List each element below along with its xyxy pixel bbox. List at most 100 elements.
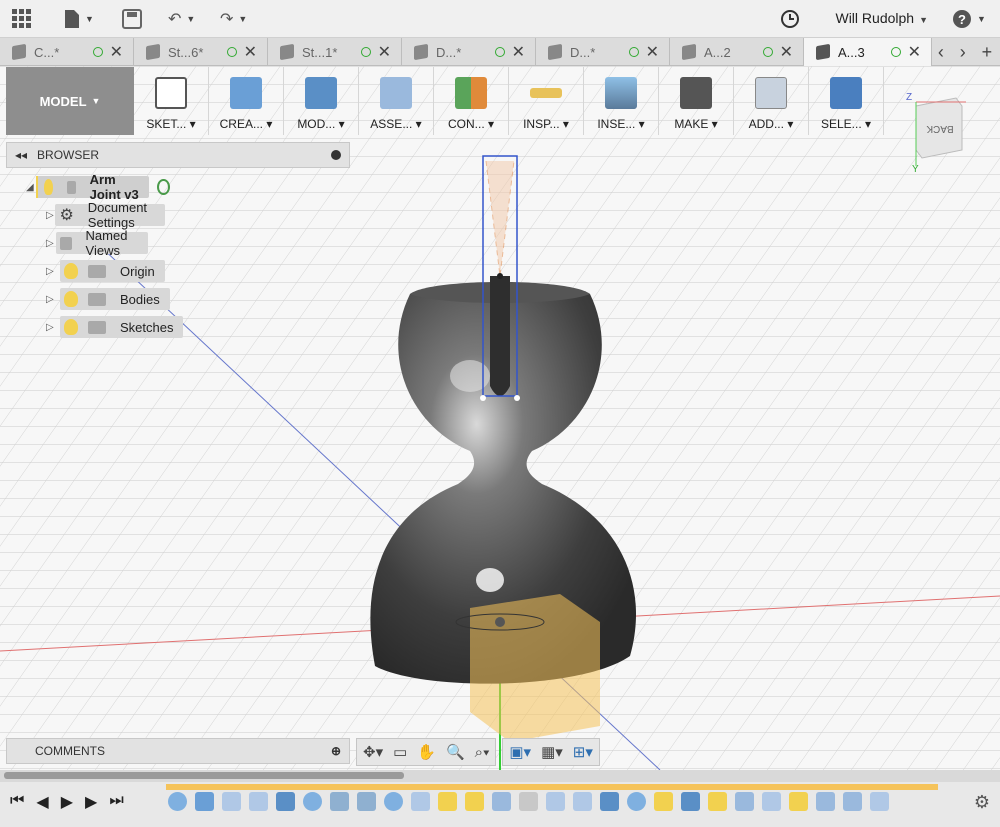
timeline-feature-sphere-icon[interactable] [168,792,187,811]
document-tab[interactable]: D...* ✕ [536,38,670,66]
tab-scroll-right-icon[interactable]: › [960,42,966,63]
close-tab-icon[interactable]: ✕ [908,42,921,62]
add-comment-icon[interactable]: ⊕ [331,744,341,758]
timeline-feature-move-icon[interactable] [411,792,430,811]
timeline-feature-box-icon[interactable] [195,792,214,811]
timeline-feature-move-icon[interactable] [762,792,781,811]
expand-triangle-icon[interactable]: ▷ [46,266,60,277]
activate-check-icon[interactable] [157,179,171,195]
fit-zoom-icon[interactable]: ⌕▾ [475,744,490,761]
timeline-feature-sketch-icon[interactable] [438,792,457,811]
close-tab-icon[interactable]: ✕ [110,42,123,62]
step-forward-icon[interactable]: ▶ [85,792,97,812]
pan-hand-icon[interactable]: ✋ [417,743,436,761]
look-at-icon[interactable]: ▭ [393,743,407,761]
timeline-feature-move-icon[interactable] [573,792,592,811]
tree-item-named-views[interactable]: ▷ Named Views [46,228,148,258]
play-icon[interactable]: ▶ [61,792,73,812]
tree-root[interactable]: ◢ Arm Joint v3 [26,172,171,202]
display-settings-icon[interactable]: ▣▾ [509,743,531,761]
app-grid-icon[interactable] [12,8,32,30]
new-tab-icon[interactable]: + [982,42,993,63]
tool-addins[interactable]: ADD... ▾ [734,67,809,135]
expand-triangle-icon[interactable]: ▷ [46,210,55,221]
timeline-feature-combine-icon[interactable] [276,792,295,811]
timeline-feature-sphere-icon[interactable] [384,792,403,811]
timeline-feature-fillet-icon[interactable] [330,792,349,811]
close-tab-icon[interactable]: ✕ [780,42,793,62]
redo-icon[interactable]: ↷ ▼ [220,8,247,30]
job-status-clock-icon[interactable] [780,8,800,30]
go-to-start-icon[interactable]: ⏮ [10,792,24,812]
tree-item-bodies[interactable]: ▷ Bodies [46,288,170,310]
document-tab[interactable]: D...* ✕ [402,38,536,66]
tool-insert[interactable]: INSE... ▾ [584,67,659,135]
timeline-feature-joint-icon[interactable] [519,792,538,811]
visibility-bulb-icon[interactable] [64,319,78,335]
browser-panel-header[interactable]: ◂◂ BROWSER [6,142,350,168]
timeline-feature-sphere-icon[interactable] [303,792,322,811]
timeline-feature-sphere-icon[interactable] [627,792,646,811]
orbit-icon[interactable]: ✥▾ [363,743,383,761]
timeline-feature-combine-icon[interactable] [600,792,619,811]
3d-viewport[interactable] [0,66,1000,770]
visibility-bulb-icon[interactable] [64,291,78,307]
expand-triangle-icon[interactable]: ▷ [46,238,56,249]
tool-construct[interactable]: CON... ▾ [434,67,509,135]
viewcube[interactable]: BACK X Y Z [906,92,985,175]
expand-triangle-icon[interactable]: ◢ [26,182,36,193]
timeline-feature-extrude-icon[interactable] [816,792,835,811]
horizontal-scrollbar[interactable] [0,770,1000,782]
step-back-icon[interactable]: ◀ [36,792,48,812]
undo-icon[interactable]: ↶ ▼ [168,8,195,30]
timeline-feature-sketch-icon[interactable] [708,792,727,811]
save-icon[interactable] [122,8,142,30]
timeline-feature-combine-icon[interactable] [681,792,700,811]
timeline-feature-extrude-icon[interactable] [492,792,511,811]
help-icon[interactable]: ? ▼ [952,8,986,30]
close-tab-icon[interactable]: ✕ [244,42,257,62]
zoom-icon[interactable]: 🔍 [446,743,465,761]
document-tab-active[interactable]: A...3 ✕ [804,38,932,66]
tool-inspect[interactable]: INSP... ▾ [509,67,584,135]
tool-sketch[interactable]: SKET... ▾ [134,67,209,135]
timeline-feature-move-icon[interactable] [870,792,889,811]
timeline-feature-move-icon[interactable] [249,792,268,811]
visibility-bulb-icon[interactable] [64,263,78,279]
scrollbar-thumb[interactable] [4,772,404,779]
document-tab[interactable]: St...6* ✕ [134,38,268,66]
timeline-feature-extrude-icon[interactable] [843,792,862,811]
timeline-settings-gear-icon[interactable]: ⚙ [974,792,990,813]
tool-assemble[interactable]: ASSE... ▾ [359,67,434,135]
tool-make[interactable]: MAKE ▾ [659,67,734,135]
tree-item-sketches[interactable]: ▷ Sketches [46,316,184,338]
expand-triangle-icon[interactable]: ▷ [46,322,60,333]
close-tab-icon[interactable]: ✕ [646,42,659,62]
expand-triangle-icon[interactable]: ▷ [46,294,60,305]
document-tab[interactable]: A...2 ✕ [670,38,804,66]
document-tab[interactable]: St...1* ✕ [268,38,402,66]
timeline-feature-sketch-icon[interactable] [465,792,484,811]
close-tab-icon[interactable]: ✕ [512,42,525,62]
timeline-feature-sketch-icon[interactable] [654,792,673,811]
close-tab-icon[interactable]: ✕ [378,42,391,62]
tool-modify[interactable]: MOD... ▾ [284,67,359,135]
viewports-icon[interactable]: ⊞▾ [573,743,593,761]
comments-panel-header[interactable]: COMMENTS ⊕ [6,738,350,764]
timeline-feature-sketch-icon[interactable] [789,792,808,811]
tool-create[interactable]: CREA... ▾ [209,67,284,135]
workspace-switcher[interactable]: MODEL ▼ [6,67,134,135]
go-to-end-icon[interactable]: ⏭ [109,792,123,812]
collapse-panel-icon[interactable]: ◂◂ [15,148,27,162]
tab-scroll-left-icon[interactable]: ‹ [938,42,944,63]
user-menu[interactable]: Will Rudolph ▼ [835,10,928,26]
tree-item-document-settings[interactable]: ▷ ⚙ Document Settings [46,200,166,230]
visibility-bulb-icon[interactable] [43,179,53,195]
timeline-feature-fillet-icon[interactable] [357,792,376,811]
file-menu-icon[interactable]: ▼ [64,8,94,30]
grid-settings-icon[interactable]: ▦▾ [541,743,563,761]
tool-select[interactable]: SELE... ▾ [809,67,884,135]
tree-item-origin[interactable]: ▷ Origin [46,260,165,282]
timeline-feature-move-icon[interactable] [546,792,565,811]
timeline-feature-extrude-icon[interactable] [735,792,754,811]
